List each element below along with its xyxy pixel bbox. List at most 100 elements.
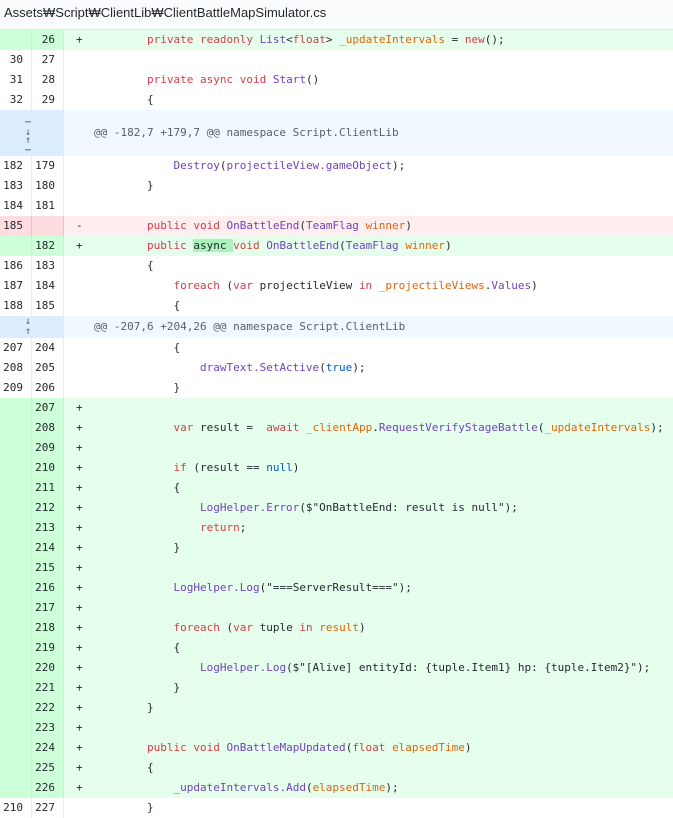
diff-line-added: 220 + LogHelper.Log($"[Alive] entityId: {…: [0, 658, 673, 678]
old-line-number[interactable]: 30: [0, 50, 32, 70]
new-line-number[interactable]: 222: [32, 698, 64, 718]
new-line-number[interactable]: 220: [32, 658, 64, 678]
unfold-icon[interactable]: ↓ ↑: [25, 317, 31, 337]
diff-line-added: 223 +: [0, 718, 673, 738]
new-line-number[interactable]: 225: [32, 758, 64, 778]
code-token: _clientApp: [305, 421, 373, 434]
old-line-number[interactable]: 185: [0, 216, 32, 236]
new-line-number[interactable]: 227: [32, 798, 64, 818]
new-line-number[interactable]: 214: [32, 538, 64, 558]
new-line-number[interactable]: 216: [32, 578, 64, 598]
diff-line-added: 217 +: [0, 598, 673, 618]
new-line-number[interactable]: 27: [32, 50, 64, 70]
old-line-number[interactable]: 182: [0, 156, 32, 176]
code-token: LogHelper.Error: [199, 501, 300, 514]
diff-line-added: 213 + return;: [0, 518, 673, 538]
new-line-number[interactable]: 206: [32, 378, 64, 398]
new-line-number[interactable]: 183: [32, 256, 64, 276]
old-line-number[interactable]: 209: [0, 378, 32, 398]
old-line-number[interactable]: [0, 658, 32, 678]
arrow-up-icon[interactable]: ↑ ⋯: [25, 136, 31, 156]
old-line-number[interactable]: [0, 398, 32, 418]
old-line-number[interactable]: [0, 578, 32, 598]
new-line-number[interactable]: 210: [32, 458, 64, 478]
old-line-number[interactable]: 31: [0, 70, 32, 90]
code-token: );: [392, 159, 406, 172]
old-line-number[interactable]: [0, 598, 32, 618]
hunk-marker-spacer: [64, 110, 94, 156]
old-line-number[interactable]: [0, 478, 32, 498]
new-line-number[interactable]: 226: [32, 778, 64, 798]
diff-marker: +: [76, 761, 83, 774]
new-line-number[interactable]: 29: [32, 90, 64, 110]
old-line-number[interactable]: [0, 538, 32, 558]
old-line-number[interactable]: [0, 518, 32, 538]
old-line-number[interactable]: [0, 458, 32, 478]
old-line-number[interactable]: [0, 498, 32, 518]
code-token: <: [286, 33, 293, 46]
code-token: );: [352, 361, 366, 374]
new-line-number[interactable]: 204: [32, 338, 64, 358]
old-line-number[interactable]: [0, 438, 32, 458]
new-line-number[interactable]: 213: [32, 518, 64, 538]
code-token: new: [464, 33, 485, 46]
code-token: winner: [405, 239, 446, 252]
new-line-number[interactable]: 218: [32, 618, 64, 638]
code-token: async: [193, 239, 234, 252]
new-line-number[interactable]: 180: [32, 176, 64, 196]
old-line-number[interactable]: [0, 418, 32, 438]
new-line-number[interactable]: 28: [32, 70, 64, 90]
new-line-number[interactable]: 205: [32, 358, 64, 378]
old-line-number[interactable]: 184: [0, 196, 32, 216]
new-line-number[interactable]: 209: [32, 438, 64, 458]
new-line-number[interactable]: 182: [32, 236, 64, 256]
old-line-number[interactable]: [0, 718, 32, 738]
old-line-number[interactable]: [0, 758, 32, 778]
new-line-number[interactable]: 208: [32, 418, 64, 438]
new-line-number[interactable]: 26: [32, 30, 64, 50]
expand-lines-button[interactable]: ⋯ ↓ ↑ ⋯: [0, 110, 64, 156]
new-line-number[interactable]: 184: [32, 276, 64, 296]
diff-marker: [64, 256, 94, 276]
old-line-number[interactable]: 186: [0, 256, 32, 276]
old-line-number[interactable]: [0, 236, 32, 256]
old-line-number[interactable]: 188: [0, 296, 32, 316]
old-line-number[interactable]: [0, 638, 32, 658]
diff-line-added: 26 + private readonly List<float> _update…: [0, 30, 673, 50]
code-token: (: [299, 219, 306, 232]
old-line-number[interactable]: [0, 30, 32, 50]
new-line-number[interactable]: 212: [32, 498, 64, 518]
new-line-number[interactable]: 181: [32, 196, 64, 216]
old-line-number[interactable]: 208: [0, 358, 32, 378]
old-line-number[interactable]: [0, 678, 32, 698]
old-line-number[interactable]: [0, 738, 32, 758]
new-line-number[interactable]: 223: [32, 718, 64, 738]
new-line-number[interactable]: 224: [32, 738, 64, 758]
new-line-number[interactable]: 219: [32, 638, 64, 658]
old-line-number[interactable]: [0, 618, 32, 638]
new-line-number[interactable]: 179: [32, 156, 64, 176]
new-line-number[interactable]: 215: [32, 558, 64, 578]
diff-marker: +: [76, 401, 83, 414]
new-line-number[interactable]: 217: [32, 598, 64, 618]
old-line-number[interactable]: 210: [0, 798, 32, 818]
old-line-number[interactable]: [0, 778, 32, 798]
new-line-number[interactable]: 185: [32, 296, 64, 316]
new-line-number[interactable]: [32, 216, 64, 236]
new-line-number[interactable]: 207: [32, 398, 64, 418]
old-line-number[interactable]: 32: [0, 90, 32, 110]
old-line-number[interactable]: 187: [0, 276, 32, 296]
new-line-number[interactable]: 211: [32, 478, 64, 498]
expand-lines-button[interactable]: ↓ ↑: [0, 316, 64, 338]
old-line-number[interactable]: 183: [0, 176, 32, 196]
code-token: (: [219, 279, 234, 292]
old-line-number[interactable]: [0, 558, 32, 578]
diff-line-added: 208 + var result = await _clientApp.Reque…: [0, 418, 673, 438]
new-line-number[interactable]: 221: [32, 678, 64, 698]
old-line-number[interactable]: [0, 698, 32, 718]
old-line-number[interactable]: 207: [0, 338, 32, 358]
